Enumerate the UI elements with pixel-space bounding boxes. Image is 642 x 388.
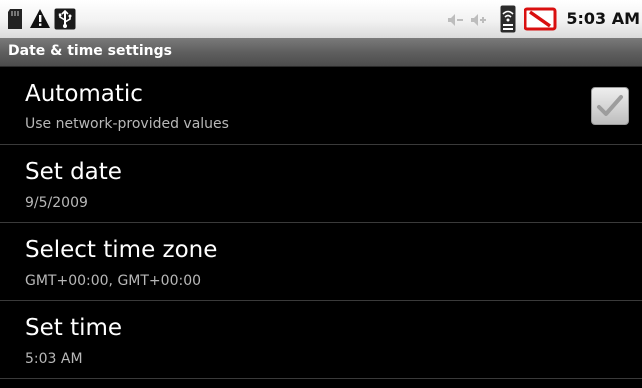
battery-charging-icon [523,7,558,35]
pref-summary: 5:03 AM [25,351,83,367]
automatic-checkbox[interactable] [591,87,629,125]
pref-title: Set time [25,315,123,341]
warning-icon [29,8,51,34]
pref-summary: 9/5/2009 [25,195,88,211]
pref-automatic[interactable]: Automatic Use network-provided values [0,67,642,144]
title-bar: Date & time settings [0,38,642,67]
checkmark-icon [597,95,623,116]
page-title: Date & time settings [8,43,172,59]
sd-card-icon [6,8,26,34]
pref-set-time[interactable]: Set time 5:03 AM [0,301,642,378]
pref-summary: Use network-provided values [25,116,229,132]
pref-title: Set date [25,159,122,185]
status-bar: 5:03 AM [0,0,642,38]
pref-title: Select time zone [25,237,218,263]
usb-icon [54,8,76,34]
volume-up-icon [470,12,488,31]
divider [0,378,642,379]
status-clock: 5:03 AM [566,9,640,28]
pref-select-time-zone[interactable]: Select time zone GMT+00:00, GMT+00:00 [0,223,642,300]
volume-down-icon [447,12,465,31]
pref-set-date[interactable]: Set date 9/5/2009 [0,145,642,222]
preference-list: Automatic Use network-provided values Se… [0,67,642,388]
pref-summary: GMT+00:00, GMT+00:00 [25,273,202,289]
wifi-icon [500,5,516,37]
pref-title: Automatic [25,81,143,107]
